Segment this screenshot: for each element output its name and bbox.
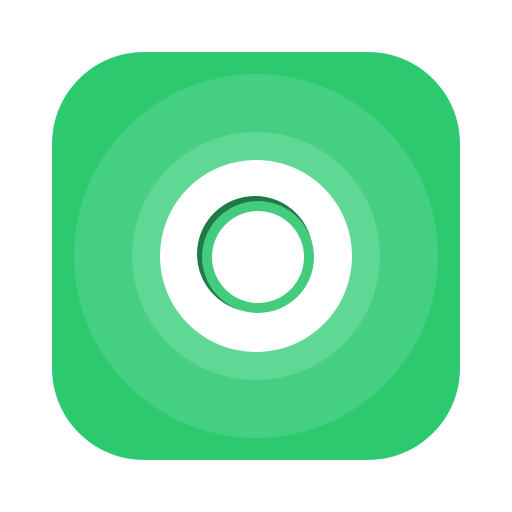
app-icon[interactable] bbox=[52, 52, 460, 460]
concentric-rings-icon bbox=[52, 52, 460, 460]
center-dot bbox=[212, 211, 304, 303]
icon-canvas bbox=[0, 0, 512, 512]
